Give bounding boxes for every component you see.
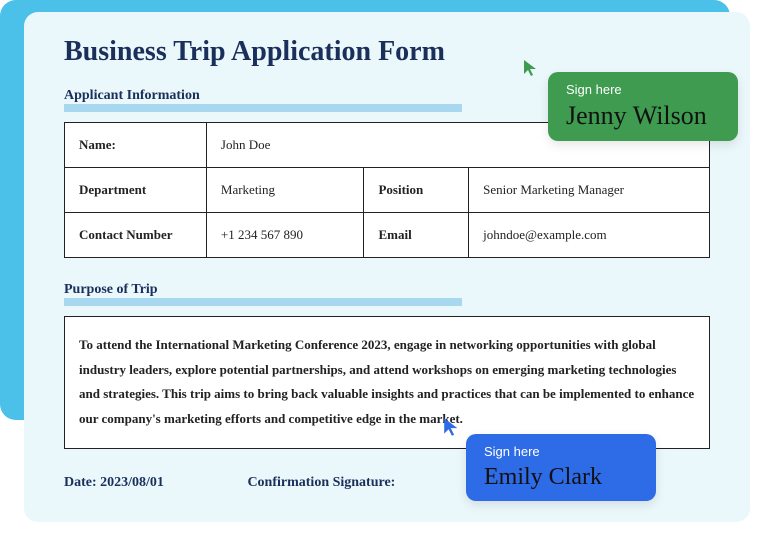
- department-value: Marketing: [206, 168, 364, 213]
- position-value: Senior Marketing Manager: [469, 168, 710, 213]
- table-row: Contact Number +1 234 567 890 Email john…: [65, 213, 710, 258]
- date-value: 2023/08/01: [100, 475, 164, 490]
- signature-text-1: Jenny Wilson: [566, 103, 720, 129]
- form-title: Business Trip Application Form: [64, 36, 710, 68]
- name-label: Name:: [65, 123, 207, 168]
- section-underline: [64, 298, 462, 306]
- section-label-applicant: Applicant Information: [64, 88, 200, 104]
- section-underline: [64, 104, 462, 112]
- contact-label: Contact Number: [65, 213, 207, 258]
- confirmation-signature-label: Confirmation Signature:: [247, 475, 395, 491]
- signature-text-2: Emily Clark: [484, 465, 638, 489]
- section-purpose: Purpose of Trip To attend the Internatio…: [64, 280, 710, 449]
- applicant-table: Name: John Doe Department Marketing Posi…: [64, 122, 710, 258]
- table-row: Department Marketing Position Senior Mar…: [65, 168, 710, 213]
- section-label-purpose: Purpose of Trip: [64, 282, 158, 298]
- position-label: Position: [364, 168, 469, 213]
- email-value: johndoe@example.com: [469, 213, 710, 258]
- footer-date: Date: 2023/08/01: [64, 475, 164, 491]
- signature-callout-1[interactable]: Sign here Jenny Wilson: [548, 72, 738, 141]
- contact-value: +1 234 567 890: [206, 213, 364, 258]
- department-label: Department: [65, 168, 207, 213]
- sign-here-label: Sign here: [484, 444, 638, 459]
- email-label: Email: [364, 213, 469, 258]
- signature-callout-2[interactable]: Sign here Emily Clark: [466, 434, 656, 501]
- date-label: Date:: [64, 475, 97, 490]
- purpose-text: To attend the International Marketing Co…: [64, 316, 710, 449]
- sign-here-label: Sign here: [566, 82, 720, 97]
